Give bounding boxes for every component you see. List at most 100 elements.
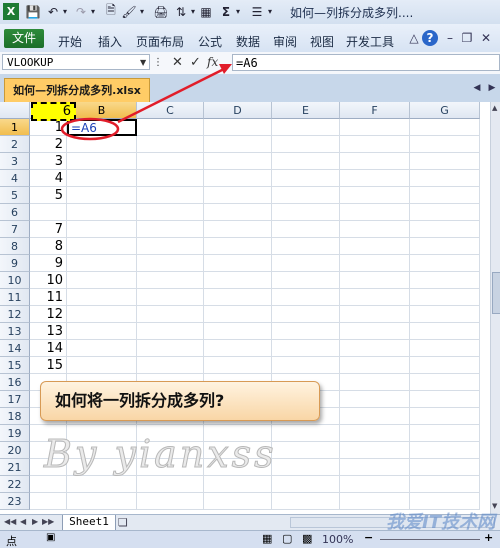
cell-c13[interactable] (137, 323, 204, 340)
align-icon[interactable]: ☰ (250, 3, 264, 20)
cell-g21[interactable] (410, 459, 480, 476)
cell-a12[interactable]: 12 (30, 306, 67, 323)
row-header-7[interactable]: 7 (0, 221, 30, 238)
cell-a11[interactable]: 11 (30, 289, 67, 306)
cell-f15[interactable] (340, 357, 410, 374)
cell-e10[interactable] (272, 272, 340, 289)
row-header-22[interactable]: 22 (0, 476, 30, 493)
column-header-c[interactable]: C (137, 102, 204, 119)
cell-f20[interactable] (340, 442, 410, 459)
cell-a13[interactable]: 13 (30, 323, 67, 340)
cell-b13[interactable] (67, 323, 137, 340)
print-preview-icon[interactable]: 🗎 (104, 3, 118, 20)
minimize-window-icon[interactable]: – (442, 30, 458, 46)
cell-b12[interactable] (67, 306, 137, 323)
cell-e8[interactable] (272, 238, 340, 255)
zoom-out-icon[interactable]: − (364, 531, 373, 544)
cell-d14[interactable] (204, 340, 272, 357)
cell-f12[interactable] (340, 306, 410, 323)
cell-b6[interactable] (67, 204, 137, 221)
autosum-dropdown-icon[interactable]: ▾ (234, 3, 242, 20)
cell-e15[interactable] (272, 357, 340, 374)
tab-data[interactable]: 数据 (236, 33, 260, 50)
cell-d7[interactable] (204, 221, 272, 238)
cell-g12[interactable] (410, 306, 480, 323)
row-header-15[interactable]: 15 (0, 357, 30, 374)
align-dropdown-icon[interactable]: ▾ (266, 3, 274, 20)
cell-b9[interactable] (67, 255, 137, 272)
page-layout-view-icon[interactable]: ▢ (282, 532, 292, 545)
formula-bar-splitter-icon[interactable]: ⋮ (153, 57, 163, 68)
insert-sheet-icon[interactable]: ❏ (118, 516, 128, 529)
cell-f2[interactable] (340, 136, 410, 153)
cell-b15[interactable] (67, 357, 137, 374)
cell-a10[interactable]: 10 (30, 272, 67, 289)
page-break-view-icon[interactable]: ▩ (302, 532, 312, 545)
cell-g9[interactable] (410, 255, 480, 272)
cell-f16[interactable] (340, 374, 410, 391)
cell-g22[interactable] (410, 476, 480, 493)
cell-b23[interactable] (67, 493, 137, 510)
cell-a2[interactable]: 2 (30, 136, 67, 153)
redo-dropdown-icon[interactable]: ▾ (89, 3, 97, 20)
cell-c2[interactable] (137, 136, 204, 153)
cell-d13[interactable] (204, 323, 272, 340)
row-header-16[interactable]: 16 (0, 374, 30, 391)
cell-e23[interactable] (272, 493, 340, 510)
zoom-slider[interactable] (380, 539, 480, 540)
normal-view-icon[interactable]: ▦ (262, 532, 272, 545)
cell-f8[interactable] (340, 238, 410, 255)
cell-b10[interactable] (67, 272, 137, 289)
formula-input[interactable]: =A6 (232, 54, 500, 71)
prev-sheet-icon[interactable]: ◀ (20, 517, 26, 526)
print-icon[interactable]: 🖨 (153, 3, 168, 20)
cell-f11[interactable] (340, 289, 410, 306)
cell-f4[interactable] (340, 170, 410, 187)
cell-e22[interactable] (272, 476, 340, 493)
column-header-d[interactable]: D (204, 102, 272, 119)
column-header-e[interactable]: E (272, 102, 340, 119)
cell-e7[interactable] (272, 221, 340, 238)
row-header-13[interactable]: 13 (0, 323, 30, 340)
cell-c9[interactable] (137, 255, 204, 272)
row-header-4[interactable]: 4 (0, 170, 30, 187)
sort-icon[interactable]: ⇅ (174, 3, 188, 20)
cell-e3[interactable] (272, 153, 340, 170)
cell-c23[interactable] (137, 493, 204, 510)
cell-f22[interactable] (340, 476, 410, 493)
cell-g18[interactable] (410, 408, 480, 425)
cell-g11[interactable] (410, 289, 480, 306)
row-header-5[interactable]: 5 (0, 187, 30, 204)
cell-c1[interactable] (137, 119, 204, 136)
cell-b3[interactable] (67, 153, 137, 170)
cell-g6[interactable] (410, 204, 480, 221)
row-header-17[interactable]: 17 (0, 391, 30, 408)
cell-f6[interactable] (340, 204, 410, 221)
cell-c6[interactable] (137, 204, 204, 221)
cell-a6[interactable] (30, 204, 67, 221)
cell-e19[interactable] (272, 425, 340, 442)
cell-f17[interactable] (340, 391, 410, 408)
cell-c3[interactable] (137, 153, 204, 170)
ribbon-minimize-icon[interactable]: △ (406, 30, 422, 46)
cell-d22[interactable] (204, 476, 272, 493)
cell-d2[interactable] (204, 136, 272, 153)
macro-record-icon[interactable]: ▣ (46, 532, 55, 543)
row-header-19[interactable]: 19 (0, 425, 30, 442)
row-header-11[interactable]: 11 (0, 289, 30, 306)
cell-g5[interactable] (410, 187, 480, 204)
cell-c15[interactable] (137, 357, 204, 374)
cell-f18[interactable] (340, 408, 410, 425)
cell-c10[interactable] (137, 272, 204, 289)
insert-function-icon[interactable]: fx (207, 55, 218, 69)
cell-c8[interactable] (137, 238, 204, 255)
row-header-8[interactable]: 8 (0, 238, 30, 255)
tab-insert[interactable]: 插入 (98, 33, 122, 50)
cell-e4[interactable] (272, 170, 340, 187)
cell-g7[interactable] (410, 221, 480, 238)
select-all-corner[interactable] (0, 102, 30, 119)
cell-g13[interactable] (410, 323, 480, 340)
undo-icon[interactable]: ↶ (46, 3, 60, 20)
cell-e2[interactable] (272, 136, 340, 153)
row-header-12[interactable]: 12 (0, 306, 30, 323)
